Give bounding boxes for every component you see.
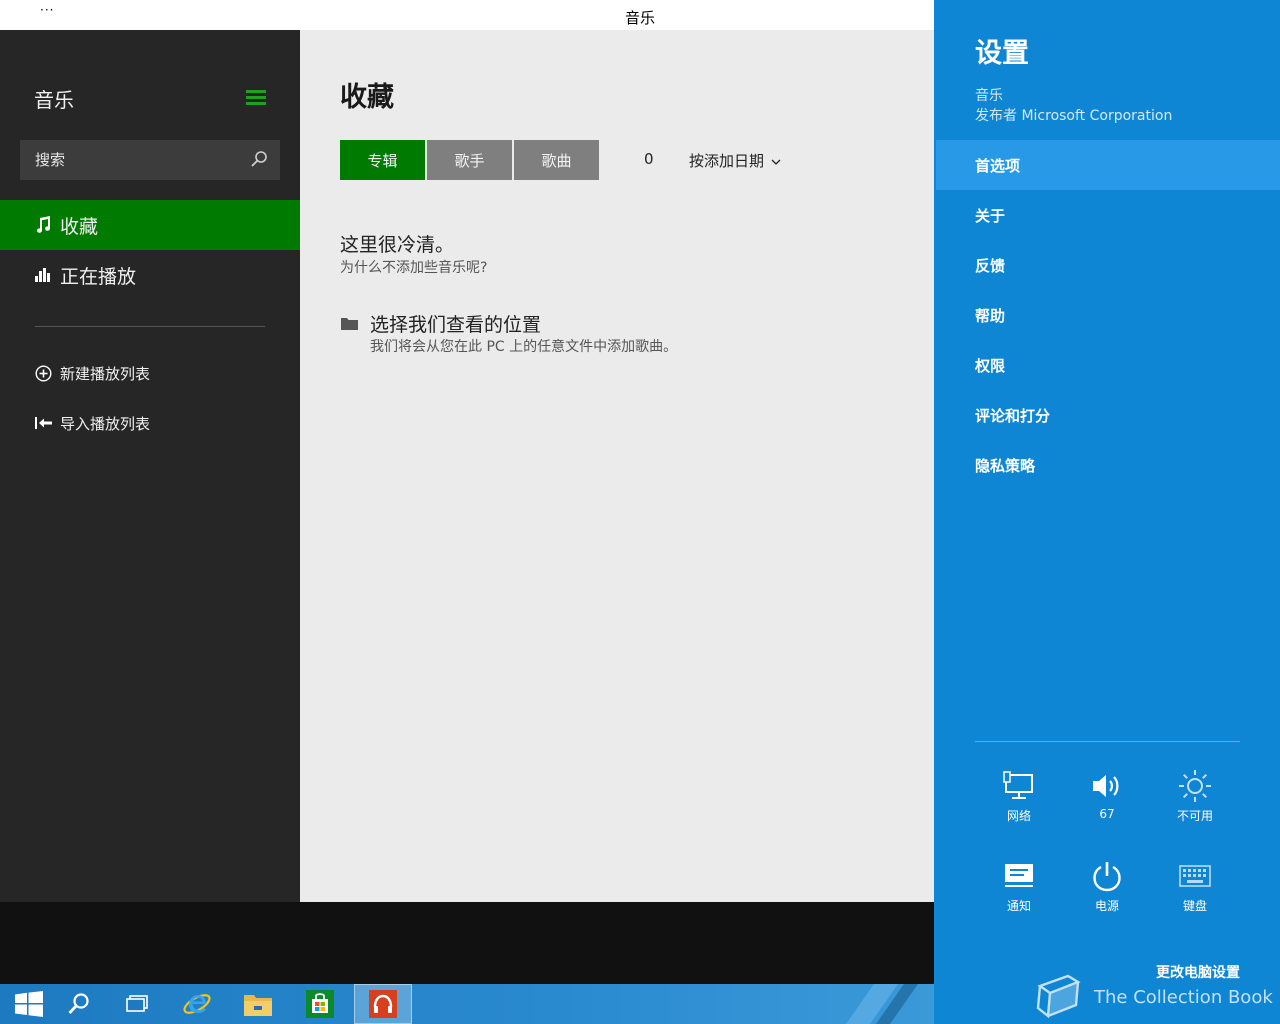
watermark: The Collection Book [1030,974,1273,1020]
brightness-icon [1179,770,1211,802]
settings-item-preferences[interactable]: 首选项 [936,140,1280,190]
sidebar-item-label: 收藏 [60,215,99,238]
sidebar-item-label: 正在播放 [60,265,137,288]
power-label: 电源 [1094,899,1119,913]
book-icon [1036,974,1081,1019]
search-icon[interactable] [250,150,268,168]
tab-songs[interactable]: 歌曲 [514,140,599,180]
settings-item-permissions[interactable]: 权限 [934,340,1280,390]
power-icon [1093,862,1121,892]
import-playlist-label: 导入播放列表 [60,414,151,433]
brightness-label: 不可用 [1176,809,1213,823]
sidebar: 音乐 收藏 正在播放 新建播放列表 导入播放列表 [0,30,300,902]
settings-publisher: 发布者 Microsoft Corporation [975,108,1173,124]
file-explorer-button[interactable] [229,984,287,1024]
internet-explorer-button[interactable] [168,984,226,1024]
quick-settings-divider [975,741,1240,742]
sidebar-item-now-playing[interactable]: 正在播放 [0,250,300,300]
taskbar [0,984,934,1024]
main-content: 收藏 专辑 歌手 歌曲 0 按添加日期 这里很冷清。 为什么不添加些音乐呢? 选… [300,30,934,902]
item-count: 0 [644,150,654,168]
keyboard-icon [1179,865,1211,887]
settings-app-name: 音乐 [975,88,1003,104]
sidebar-app-name: 音乐 [34,88,74,112]
settings-item-rate-review[interactable]: 评论和打分 [934,390,1280,440]
tab-albums[interactable]: 专辑 [340,140,425,180]
volume-label: 67 [1099,807,1115,821]
task-view-button[interactable] [108,984,166,1024]
new-playlist-button[interactable]: 新建播放列表 [34,358,150,388]
view-tabs: 专辑 歌手 歌曲 [340,140,601,180]
equalizer-icon [34,266,52,284]
keyboard-label: 键盘 [1182,899,1207,913]
import-playlist-button[interactable]: 导入播放列表 [34,408,150,438]
store-button[interactable] [291,984,349,1024]
tab-artists[interactable]: 歌手 [427,140,512,180]
page-title: 收藏 [340,82,394,113]
network-icon [1003,771,1033,799]
watermark-text: The Collection Book [1094,986,1273,1008]
notifications-icon [1005,864,1033,887]
network-label: 网络 [1006,809,1031,823]
taskbar-search-button[interactable] [50,984,108,1024]
choose-location-description: 我们将会从您在此 PC 上的任意文件中添加歌曲。 [370,339,678,355]
choose-location-link[interactable]: 选择我们查看的位置 [370,310,541,337]
folder-icon [341,318,358,330]
settings-item-privacy-policy[interactable]: 隐私策略 [934,440,1280,490]
sidebar-divider [35,326,265,327]
new-playlist-label: 新建播放列表 [60,364,151,383]
file-explorer-icon [244,995,272,1016]
volume-icon [1093,775,1119,797]
chevron-down-icon [771,159,781,165]
sort-label: 按添加日期 [689,152,765,170]
task-view-icon [126,995,148,1012]
sidebar-item-collection[interactable]: 收藏 [0,200,300,250]
sort-dropdown[interactable]: 按添加日期 [689,150,781,171]
music-app-taskbar-button[interactable] [354,984,412,1024]
volume-quick-setting[interactable]: 67 [1072,767,1142,837]
hamburger-menu-icon[interactable] [246,90,266,106]
keyboard-quick-setting[interactable]: 键盘 [1160,857,1230,927]
power-quick-setting[interactable]: 电源 [1072,857,1142,927]
music-app-icon [369,990,397,1018]
settings-charm-pane: 设置 音乐 发布者 Microsoft Corporation 首选项 关于 反… [934,0,1280,1024]
empty-state-subtitle: 为什么不添加些音乐呢? [340,260,488,276]
app-bottom-bar [0,902,934,984]
search-box [20,140,280,180]
store-icon [306,990,334,1018]
notifications-quick-setting[interactable]: 通知 [984,857,1054,927]
search-input[interactable] [20,140,240,180]
start-icon [15,991,43,1017]
brightness-quick-setting[interactable]: 不可用 [1160,767,1230,837]
settings-title: 设置 [975,38,1029,69]
notifications-label: 通知 [1006,899,1031,913]
empty-state-title: 这里很冷清。 [340,234,455,256]
import-icon [34,414,52,432]
settings-item-feedback[interactable]: 反馈 [934,240,1280,290]
network-quick-setting[interactable]: 网络 [984,767,1054,837]
music-note-icon [34,216,52,234]
search-icon [68,993,89,1014]
internet-explorer-icon [183,994,211,1014]
settings-item-help[interactable]: 帮助 [934,290,1280,340]
add-circle-icon [34,364,52,382]
settings-item-about[interactable]: 关于 [934,190,1280,240]
title-bar: ··· 音乐 [0,0,934,30]
